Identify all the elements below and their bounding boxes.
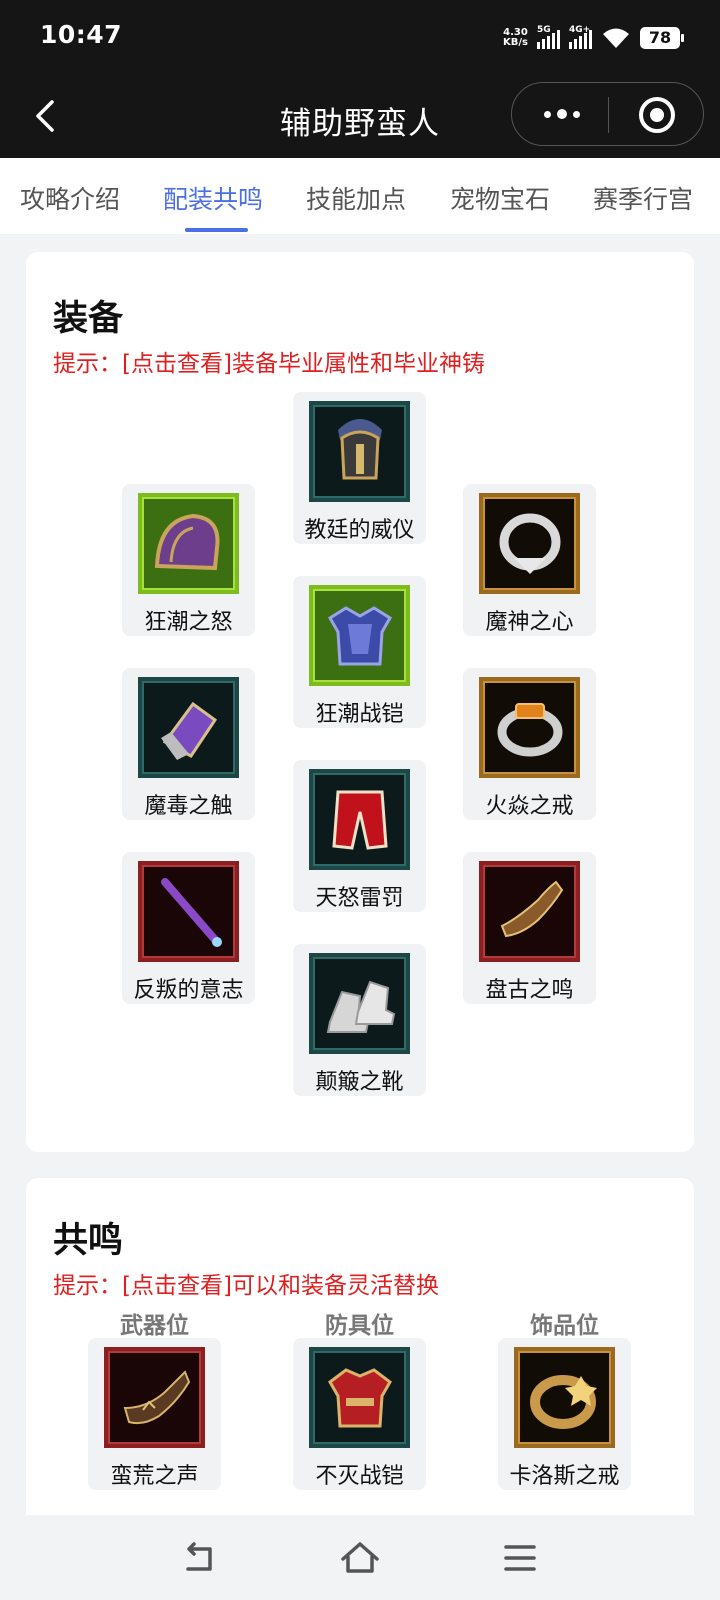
resonance-slot-accessory[interactable]: 卡洛斯之戒 xyxy=(498,1338,631,1490)
shoulder-icon xyxy=(137,492,240,595)
red-armor-icon xyxy=(308,1346,411,1449)
gold-ring-icon xyxy=(513,1346,616,1449)
menu-nav-icon[interactable] xyxy=(499,1537,541,1579)
capsule-divider xyxy=(608,97,609,133)
signal-5g-icon: 5G xyxy=(537,25,560,49)
ring-icon xyxy=(478,676,581,779)
gloves-icon xyxy=(137,676,240,779)
signal-4g-icon: 4G+ xyxy=(569,25,592,49)
equip-slot-amulet[interactable]: 魔神之心 xyxy=(463,484,596,636)
miniapp-capsule xyxy=(511,82,704,146)
back-nav-icon[interactable] xyxy=(180,1537,222,1579)
equipment-card: 装备 提示：[点击查看]装备毕业属性和毕业神铸 教廷的威仪 狂潮之怒 魔神之心 … xyxy=(26,252,694,1152)
equipment-title: 装备 xyxy=(53,299,124,339)
network-speed: 4.30 KB/s xyxy=(503,27,528,48)
tab-skills[interactable]: 技能加点 xyxy=(306,180,406,216)
more-icon[interactable] xyxy=(540,101,584,127)
nav-bar: 辅助野蛮人 xyxy=(0,76,720,158)
equip-slot-ring[interactable]: 火焱之戒 xyxy=(463,668,596,820)
tab-bar: 攻略介绍 配装共鸣 技能加点 宠物宝石 赛季行宫 xyxy=(0,158,720,234)
resonance-title: 共鸣 xyxy=(53,1221,124,1261)
resonance-hint[interactable]: 提示：[点击查看]可以和装备灵活替换 xyxy=(53,1266,439,1300)
equip-slot-offhand[interactable]: 盘古之鸣 xyxy=(463,852,596,1004)
tab-pet-gems[interactable]: 宠物宝石 xyxy=(450,180,550,216)
status-bar: 10:47 4.30 KB/s 5G 4G+ 78 xyxy=(0,0,720,76)
resonance-slot-armor[interactable]: 不灭战铠 xyxy=(293,1338,426,1490)
helmet-icon xyxy=(308,400,411,503)
pants-icon xyxy=(308,768,411,871)
armor-position-label: 防具位 xyxy=(325,1313,394,1339)
war-horn-icon xyxy=(103,1346,206,1449)
equipment-hint[interactable]: 提示：[点击查看]装备毕业属性和毕业神铸 xyxy=(53,344,485,378)
active-tab-indicator xyxy=(185,228,248,232)
equip-slot-weapon[interactable]: 反叛的意志 xyxy=(122,852,255,1004)
equip-slot-helmet[interactable]: 教廷的威仪 xyxy=(293,392,426,544)
accessory-position-label: 饰品位 xyxy=(530,1313,599,1339)
status-icons: 4.30 KB/s 5G 4G+ 78 xyxy=(503,24,684,52)
home-nav-icon[interactable] xyxy=(339,1537,381,1579)
close-target-icon[interactable] xyxy=(639,97,675,133)
equip-slot-shoulder[interactable]: 狂潮之怒 xyxy=(122,484,255,636)
tab-season-palace[interactable]: 赛季行宫 xyxy=(593,180,693,216)
weapon-position-label: 武器位 xyxy=(120,1313,189,1339)
chest-armor-icon xyxy=(308,584,411,687)
equip-slot-gloves[interactable]: 魔毒之触 xyxy=(122,668,255,820)
resonance-slot-weapon[interactable]: 蛮荒之声 xyxy=(88,1338,221,1490)
status-time: 10:47 xyxy=(40,20,123,49)
tab-gear-resonance[interactable]: 配装共鸣 xyxy=(163,180,263,216)
wifi-icon xyxy=(603,28,629,48)
boots-icon xyxy=(308,952,411,1055)
amulet-icon xyxy=(478,492,581,595)
battery-icon: 78 xyxy=(640,27,684,49)
horn-icon xyxy=(478,860,581,963)
resonance-card: 共鸣 提示：[点击查看]可以和装备灵活替换 武器位 防具位 饰品位 蛮荒之声 不… xyxy=(26,1178,694,1515)
spiked-staff-icon xyxy=(137,860,240,963)
equip-slot-chest[interactable]: 狂潮战铠 xyxy=(293,576,426,728)
tab-guide[interactable]: 攻略介绍 xyxy=(20,180,120,216)
equip-slot-boots[interactable]: 颠簸之靴 xyxy=(293,944,426,1096)
equip-slot-pants[interactable]: 天怒雷罚 xyxy=(293,760,426,912)
system-nav-bar xyxy=(0,1515,720,1600)
